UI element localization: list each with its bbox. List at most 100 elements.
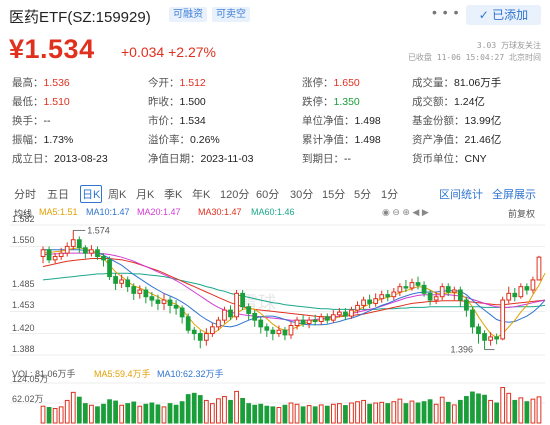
candle-body — [300, 319, 306, 325]
candle-body — [367, 299, 373, 304]
tab-15分[interactable]: 15分 — [322, 186, 345, 202]
candlestick-chart[interactable]: 雪球 1.5741.396 — [0, 215, 550, 375]
volume-bar — [107, 399, 112, 424]
volume-bar — [173, 404, 179, 424]
tab-分时[interactable]: 分时 — [14, 186, 36, 202]
volume-bar — [288, 402, 294, 424]
candle-body — [155, 299, 161, 304]
volume-bar — [518, 397, 524, 424]
volume-bar — [191, 392, 197, 424]
volume-bar — [500, 387, 506, 424]
fullscreen-link[interactable]: 全屏展示 — [492, 186, 536, 202]
tab-月K[interactable]: 月K — [136, 186, 154, 202]
stat-0-0: 最高：1.536 — [12, 75, 70, 90]
y-tick-label: 1.582 — [12, 214, 35, 224]
candle-body — [161, 299, 167, 304]
volume-bar — [179, 401, 185, 424]
tab-日K[interactable]: 日K — [80, 185, 103, 203]
volume-bar — [282, 404, 288, 424]
stat-4-1: 净值日期：2023-11-03 — [148, 151, 253, 166]
volume-bar — [258, 403, 264, 424]
tab-五日[interactable]: 五日 — [47, 186, 69, 202]
stat-value: 1.536 — [43, 77, 70, 89]
volume-bar — [113, 400, 118, 424]
tab-1分[interactable]: 1分 — [381, 186, 398, 202]
tab-年K[interactable]: 年K — [192, 186, 210, 202]
volume-bar — [234, 390, 239, 424]
stat-value: 2023-11-03 — [200, 153, 254, 165]
volume-bar — [264, 405, 270, 424]
volume-bar — [409, 400, 415, 424]
volume-bar — [58, 406, 64, 424]
y-tick-label: 1.485 — [12, 279, 35, 289]
candle-body — [282, 329, 288, 336]
price-change: +0.034 +2.27% — [121, 44, 216, 60]
candle-body — [330, 314, 336, 321]
tab-季K[interactable]: 季K — [164, 186, 182, 202]
candle-body — [149, 296, 155, 301]
candle-body — [95, 249, 100, 257]
stat-value: 1.510 — [43, 96, 70, 108]
stat-4-2: 到期日：-- — [302, 151, 351, 166]
stat-1-1: 昨收：1.500 — [148, 94, 206, 109]
volume-bar — [476, 393, 481, 424]
stat-0-1: 今开：1.512 — [148, 75, 206, 90]
volume-bar — [143, 403, 149, 424]
candle-body — [107, 259, 112, 278]
volume-chart[interactable] — [0, 381, 550, 424]
candle-body — [197, 333, 203, 341]
candle-body — [228, 309, 233, 318]
candle-body — [379, 294, 385, 300]
volume-bar — [137, 405, 143, 424]
stat-2-1: 市价：1.534 — [148, 113, 206, 128]
stat-label: 换手： — [12, 115, 44, 127]
candle-body — [173, 304, 179, 309]
volume-bar — [167, 403, 173, 424]
stat-value: 0.26% — [190, 134, 220, 146]
tab-60分[interactable]: 60分 — [256, 186, 279, 202]
volume-bar — [379, 401, 385, 424]
tab-30分[interactable]: 30分 — [290, 186, 313, 202]
candle-body — [470, 309, 475, 328]
tab-120分[interactable]: 120分 — [220, 186, 249, 202]
candle-body — [306, 319, 312, 325]
current-price: ¥1.534 — [9, 34, 95, 64]
stat-3-3: 资产净值：21.46亿 — [412, 132, 501, 147]
candle-body — [222, 309, 227, 321]
volume-bar — [421, 401, 427, 424]
added-to-watchlist-button[interactable]: ✓ 已添加 — [466, 5, 541, 25]
margin-financing-tag[interactable]: 可融资 — [169, 7, 207, 22]
volume-bar — [343, 405, 348, 424]
candle-body — [530, 279, 536, 291]
tab-5分[interactable]: 5分 — [354, 186, 371, 202]
stat-label: 成立日： — [12, 153, 54, 165]
volume-bar — [361, 399, 366, 424]
volume-bar — [246, 403, 252, 424]
tab-周K[interactable]: 周K — [108, 186, 126, 202]
more-options-icon[interactable]: • • • — [432, 4, 459, 20]
volume-bar — [373, 402, 379, 424]
candle-body — [113, 276, 118, 284]
stat-2-3: 基金份额：13.99亿 — [412, 113, 501, 128]
volume-bar — [185, 394, 191, 424]
volume-bar — [203, 399, 209, 424]
stat-label: 成交量： — [412, 77, 454, 89]
candle-body — [439, 286, 445, 298]
candle-body — [203, 333, 209, 341]
volume-bar — [385, 403, 391, 424]
stat-1-2: 跌停：1.350 — [302, 94, 360, 109]
candle-body — [433, 296, 439, 301]
range-stats-link[interactable]: 区间统计 — [439, 186, 483, 202]
volume-bar — [270, 406, 276, 424]
stat-value: 2013-08-23 — [54, 153, 108, 165]
candle-body — [234, 292, 239, 318]
candle-body — [76, 239, 82, 249]
followers-count: 3.03 万球友关注 — [476, 41, 541, 50]
stat-value: 1.24亿 — [454, 96, 485, 108]
volume-bar — [101, 403, 106, 424]
short-selling-tag[interactable]: 可卖空 — [212, 7, 250, 22]
stat-label: 昨收： — [148, 96, 180, 108]
volume-bar — [451, 404, 457, 424]
quote-meta: 3.03 万球友关注 已收盘 11-06 15:04:27 北京时间 — [408, 40, 541, 64]
candle-body — [397, 286, 403, 293]
